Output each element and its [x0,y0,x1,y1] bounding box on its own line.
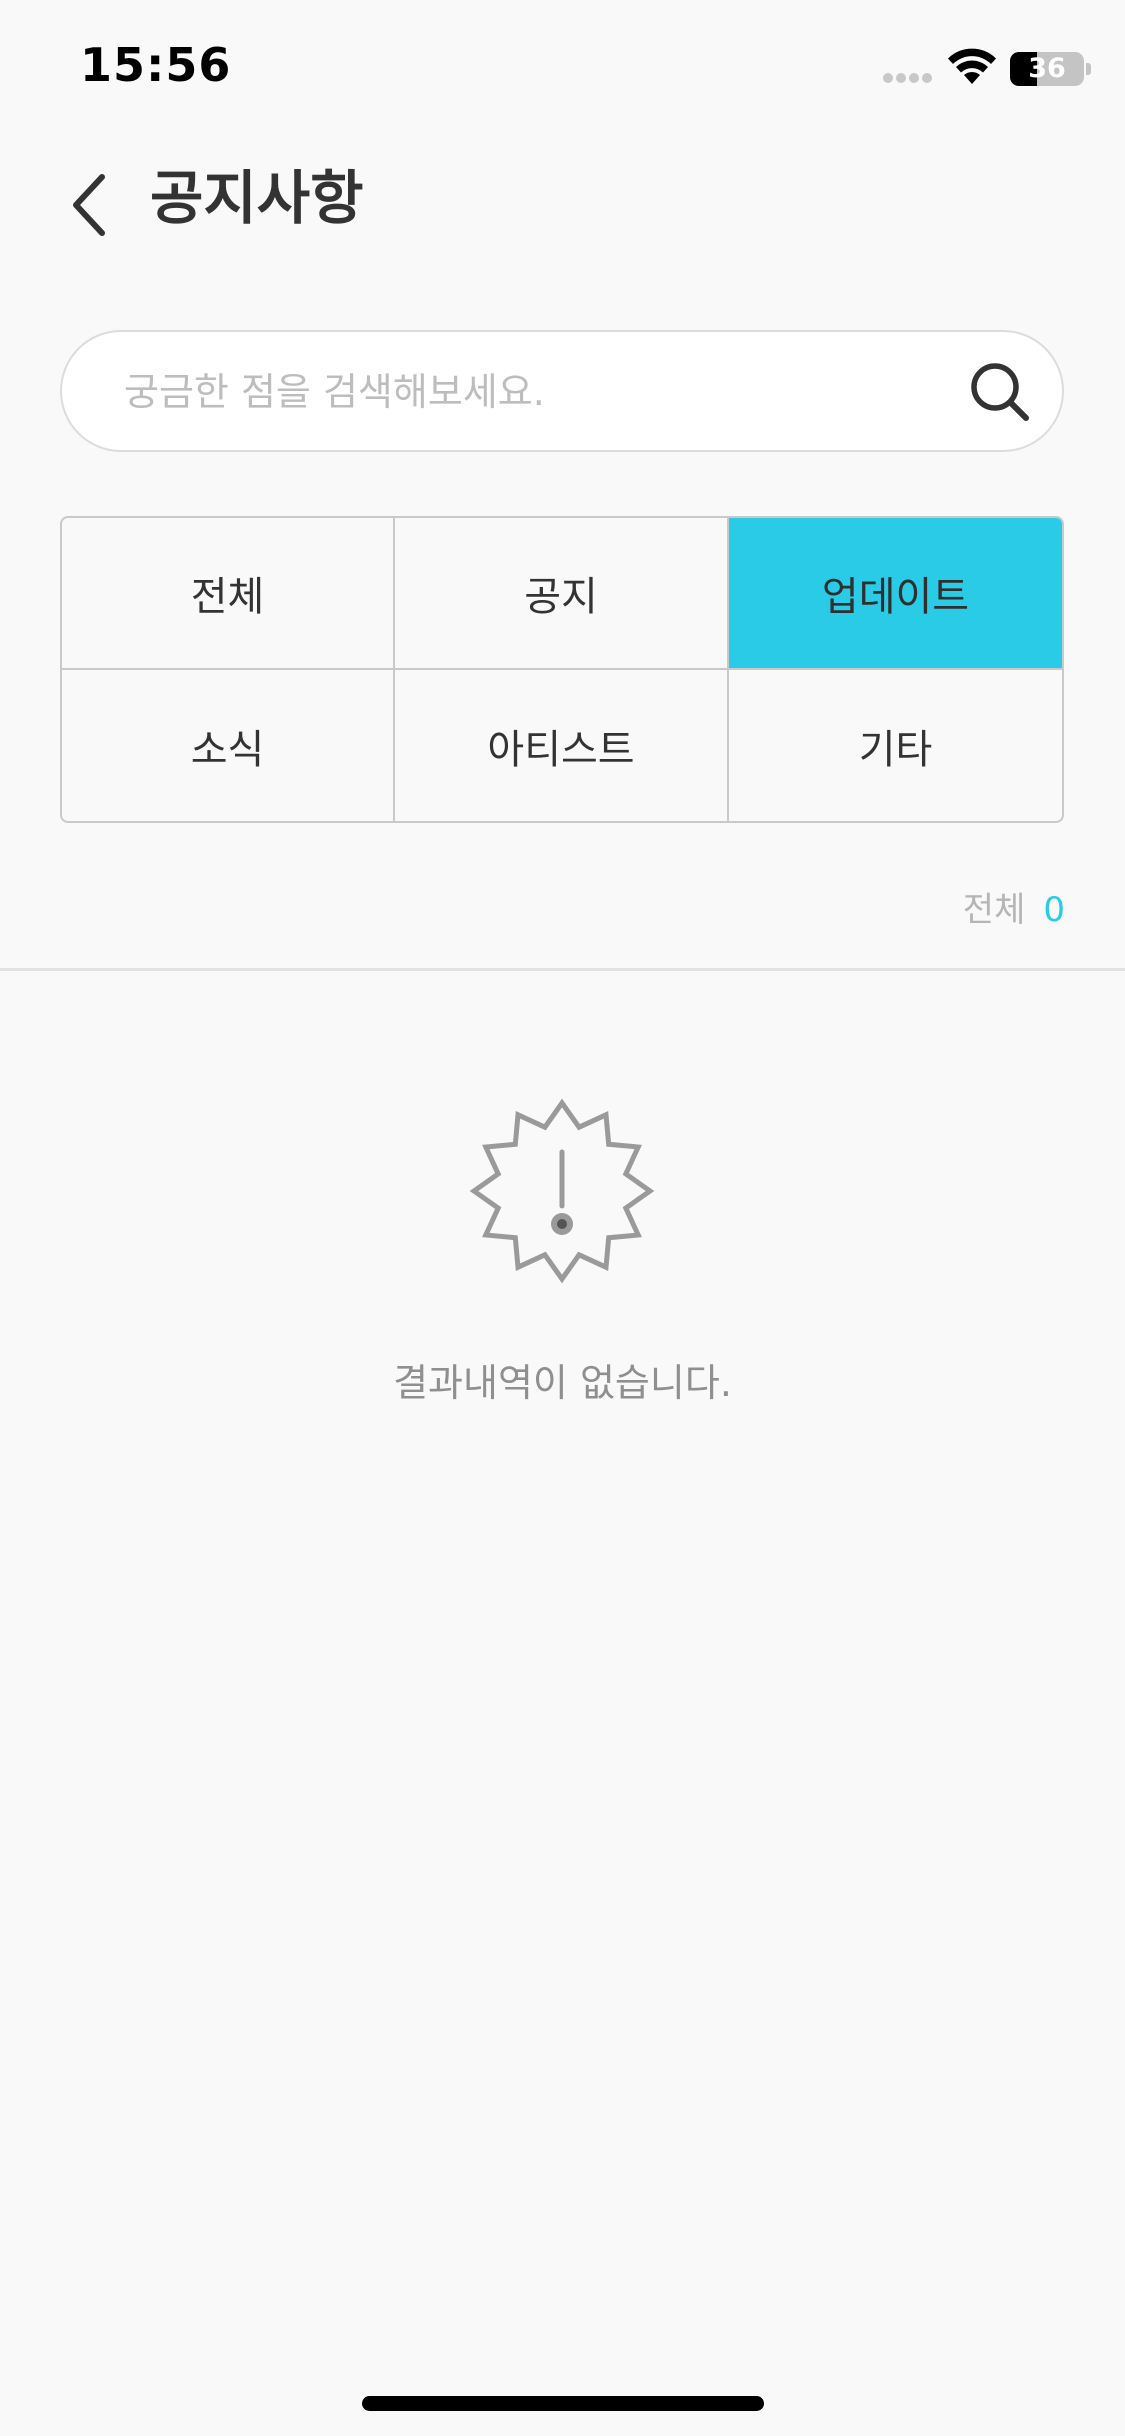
empty-state-message: 결과내역이 없습니다. [393,1361,732,1405]
back-button[interactable] [60,165,120,245]
status-bar: 15:56 36 [0,0,1125,140]
cellular-signal-icon [883,73,932,83]
search-icon[interactable] [968,360,1032,424]
result-count-label: 전체 [962,890,1026,930]
battery-text: 36 [1028,53,1066,84]
result-count: 전체 0 [963,882,1065,938]
alert-badge-icon [469,1098,655,1284]
category-all[interactable]: 전체 [62,518,395,670]
category-news[interactable]: 소식 [62,670,395,821]
battery-indicator: 36 [1010,52,1084,86]
category-etc[interactable]: 기타 [729,670,1062,821]
chevron-left-icon [73,174,105,236]
result-count-value: 0 [1043,890,1065,930]
battery-nub [1086,63,1091,75]
divider [0,968,1125,971]
search-input[interactable] [122,332,946,452]
status-time: 15:56 [80,38,232,92]
category-filter-grid: 전체 공지 업데이트 소식 아티스트 기타 [60,516,1064,823]
category-update[interactable]: 업데이트 [729,518,1062,670]
search-bar[interactable] [60,330,1064,452]
category-artist[interactable]: 아티스트 [395,670,729,821]
category-notice[interactable]: 공지 [395,518,729,670]
page-title: 공지사항 [150,164,364,232]
header: 공지사항 [0,140,1125,260]
wifi-icon [948,48,996,84]
home-indicator [362,2396,764,2411]
